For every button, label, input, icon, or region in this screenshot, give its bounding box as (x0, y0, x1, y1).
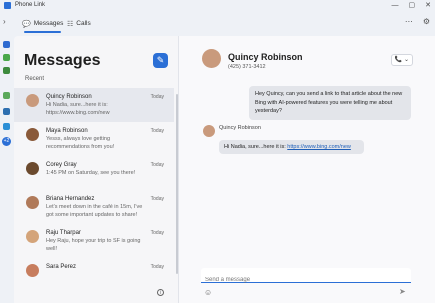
avatar (26, 162, 39, 175)
window-controls: — ▢ ✕ (392, 1, 432, 10)
rail-app-icon-1[interactable] (3, 41, 10, 48)
conversation-item[interactable]: Corey Gray Today 1:45 PM on Saturday, see … (14, 156, 174, 190)
conversation-time: Today (150, 162, 164, 168)
tab-messages[interactable]: 💬 Messages (22, 16, 64, 33)
emoji-icon[interactable]: ☺ (204, 288, 212, 297)
incoming-message: Hi Nadia, sure...here it is: https://www… (219, 140, 364, 154)
rail-app-icon-2[interactable] (3, 54, 10, 61)
chat-panel: Quincy Robinson (425) 371-3412 📞 ⌄ Hey Q… (179, 36, 435, 303)
rail-app-icon-5[interactable] (3, 108, 10, 115)
conversation-name: Corey Gray (46, 162, 77, 168)
conversation-preview: 1:45 PM on Saturday, see you there! (46, 170, 136, 176)
title-bar: Phone Link — ▢ ✕ (0, 0, 435, 12)
conversation-name: Maya Robinson (46, 128, 88, 134)
incoming-sender-name: Quincy Robinson (219, 125, 261, 131)
call-button[interactable]: 📞 ⌄ (391, 54, 413, 66)
close-icon[interactable]: ✕ (425, 1, 431, 10)
avatar (26, 128, 39, 141)
contact-phone: (425) 371-3412 (228, 64, 266, 70)
send-icon[interactable]: ➤ (399, 287, 406, 296)
conversation-time: Today (150, 196, 164, 202)
new-message-button[interactable]: ✎ (153, 53, 168, 68)
conversation-time: Today (150, 230, 164, 236)
outgoing-message: Hey Quincy, can you send a link to that … (249, 86, 411, 120)
conversation-name: Raju Tharpar (46, 230, 81, 236)
conversation-preview: Let's meet down in the café in 15m, I've… (46, 204, 143, 218)
conversation-preview: Hi Nadia, sure...here it is: https://www… (46, 102, 110, 116)
more-apps-badge[interactable]: +2 (2, 137, 11, 146)
contact-name: Quincy Robinson (228, 52, 303, 62)
rail-app-icon-6[interactable] (3, 123, 10, 130)
dialpad-icon: ☷ (67, 20, 74, 28)
incoming-avatar (203, 125, 215, 137)
avatar (26, 264, 39, 277)
info-icon[interactable]: i (157, 289, 164, 296)
rail-app-icon-3[interactable] (3, 67, 10, 74)
avatar (26, 196, 39, 209)
conversation-item[interactable]: Briana Hernandez Today Let's meet down in … (14, 190, 174, 224)
avatar (26, 230, 39, 243)
nav-right-actions: ⋯ ⚙ (405, 17, 430, 26)
conversation-preview: Yesss, always love getting recommendatio… (46, 136, 115, 150)
tab-messages-label: Messages (33, 20, 64, 27)
conversation-item[interactable]: Quincy Robinson Today Hi Nadia, sure...her… (14, 88, 174, 122)
contact-avatar (202, 49, 221, 68)
conversation-time: Today (150, 128, 164, 134)
page-title: Messages (24, 52, 101, 69)
conversation-item[interactable]: Sara Perez Today (14, 258, 174, 292)
recent-label: Recent (25, 76, 45, 82)
conversation-preview: Hey Raju, hope your trip to SF is going … (46, 238, 141, 252)
incoming-text: Hi Nadia, sure...here it is: (224, 144, 288, 150)
settings-gear-icon[interactable]: ⚙ (423, 17, 430, 26)
expand-chevron-icon[interactable]: › (3, 17, 6, 26)
conversation-name: Briana Hernandez (46, 196, 95, 202)
message-input[interactable] (201, 273, 411, 287)
message-input-wrap (201, 268, 411, 287)
conversation-list: Quincy Robinson Today Hi Nadia, sure...her… (14, 88, 174, 292)
conversation-name: Quincy Robinson (46, 94, 92, 100)
conversation-name: Sara Perez (46, 264, 77, 270)
app-rail: +2 (0, 36, 13, 303)
top-nav: › 💬 Messages ☷ Calls ⋯ ⚙ (0, 13, 435, 33)
conversation-scrollbar[interactable] (176, 94, 178, 274)
rail-app-icon-4[interactable] (3, 92, 10, 99)
conversation-item[interactable]: Raju Tharpar Today Hey Raju, hope your tri… (14, 224, 174, 258)
avatar (26, 94, 39, 107)
phone-link-app-icon (4, 2, 11, 9)
conversation-item[interactable]: Maya Robinson Today Yesss, always love get… (14, 122, 174, 156)
tab-calls[interactable]: ☷ Calls (67, 16, 91, 31)
tab-calls-label: Calls (76, 20, 91, 27)
conversation-time: Today (150, 264, 164, 270)
message-link[interactable]: https://www.bing.com/new (287, 144, 351, 150)
maximize-icon[interactable]: ▢ (409, 1, 416, 10)
chat-bubble-icon: 💬 (22, 20, 31, 28)
conversation-time: Today (150, 94, 164, 100)
more-options-icon[interactable]: ⋯ (405, 17, 413, 26)
minimize-icon[interactable]: — (392, 1, 399, 10)
app-title: Phone Link (15, 2, 46, 8)
messages-panel: Messages ✎ Recent Quincy Robinson Today Hi… (14, 36, 179, 303)
